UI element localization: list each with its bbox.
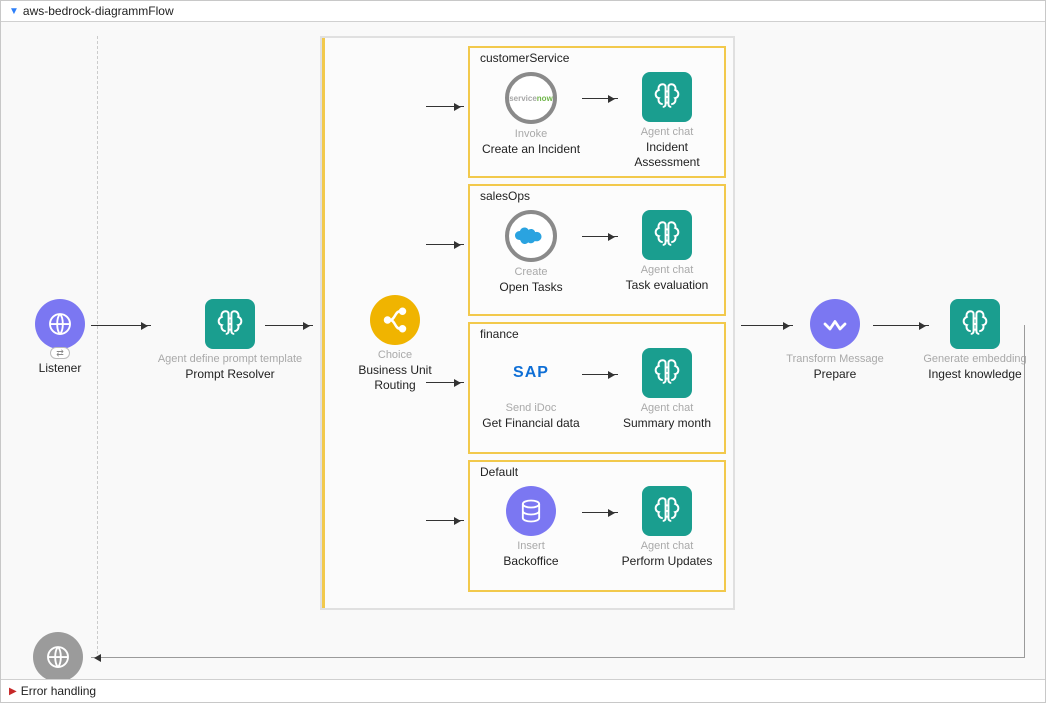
servicenow-text-post: now [537, 94, 553, 103]
choice-type: Choice [340, 349, 450, 363]
sap-text: SAP [513, 364, 549, 382]
choice-router-icon [370, 295, 420, 345]
r4-b-label: Perform Updates [612, 554, 722, 569]
generate-embedding-icon [950, 299, 1000, 349]
choice-node[interactable]: Choice Business Unit Routing [340, 295, 450, 393]
return-vline [1024, 325, 1025, 657]
r4-a-label: Backoffice [476, 554, 586, 569]
choice-scope[interactable]: Choice Business Unit Routing customerSer… [320, 36, 735, 610]
r3-b-node[interactable]: Agent chat Summary month [612, 348, 722, 431]
listener-label: Listener [15, 361, 105, 376]
agent-chat-icon [642, 210, 692, 260]
http-response-icon [33, 632, 83, 682]
flow-header[interactable]: ▼ aws-bedrock-diagrammFlow [1, 1, 1045, 22]
arrow-prompt-to-choice [265, 325, 313, 326]
choice-label: Business Unit Routing [340, 363, 450, 393]
error-toggle-icon[interactable]: ▶ [9, 686, 17, 697]
salesforce-icon [505, 210, 557, 262]
servicenow-icon: servicenow [505, 72, 557, 124]
flow-editor-panel: ▼ aws-bedrock-diagrammFlow ⇄ Listener Ag… [0, 0, 1046, 703]
route-finance[interactable]: finance SAP Send iDoc Get Financial data [468, 322, 726, 454]
route2-title: salesOps [480, 189, 530, 203]
r3-b-label: Summary month [612, 416, 722, 431]
embed-type: Generate embedding [915, 353, 1035, 367]
route-customer-service[interactable]: customerService servicenow Invoke Create… [468, 46, 726, 178]
arrow-to-route4 [426, 520, 464, 521]
error-handling-header[interactable]: ▶ Error handling [1, 679, 1045, 702]
arrow-to-route1 [426, 106, 464, 107]
r4-a-node[interactable]: Insert Backoffice [476, 486, 586, 569]
r4-b-node[interactable]: Agent chat Perform Updates [612, 486, 722, 569]
r1-a-type: Invoke [476, 128, 586, 142]
r2-a-node[interactable]: Create Open Tasks [476, 210, 586, 295]
transform-type: Transform Message [775, 353, 895, 367]
flow-canvas[interactable]: ⇄ Listener Agent define prompt template … [1, 22, 1045, 668]
r2-b-label: Task evaluation [612, 278, 722, 293]
flow-main-area: ⇄ Listener Agent define prompt template … [15, 36, 1031, 654]
arrow-to-route3 [426, 382, 464, 383]
prompt-resolver-node[interactable]: Agent define prompt template Prompt Reso… [145, 299, 315, 382]
route3-title: finance [480, 327, 519, 341]
arrow-choice-to-transform [741, 325, 793, 326]
route-default[interactable]: Default Insert Backoffice Agent chat [468, 460, 726, 592]
r3-b-type: Agent chat [612, 402, 722, 416]
http-listener-icon [35, 299, 85, 349]
choice-scope-marker [322, 38, 325, 608]
error-title: Error handling [21, 684, 96, 698]
r3-a-type: Send iDoc [476, 402, 586, 416]
r3-a-node[interactable]: SAP Send iDoc Get Financial data [476, 348, 586, 431]
r1-a-label: Create an Incident [476, 142, 586, 157]
prompt-resolver-type: Agent define prompt template [145, 353, 315, 367]
r4-b-type: Agent chat [612, 540, 722, 554]
r2-b-type: Agent chat [612, 264, 722, 278]
servicenow-text-pre: service [509, 94, 537, 103]
exchange-badge-icon: ⇄ [50, 347, 70, 359]
route4-title: Default [480, 465, 518, 479]
flow-title: aws-bedrock-diagrammFlow [23, 4, 174, 18]
r1-a-node[interactable]: servicenow Invoke Create an Incident [476, 72, 586, 157]
agent-chat-icon [642, 348, 692, 398]
collapse-toggle-icon[interactable]: ▼ [9, 6, 19, 17]
arrow-listener-to-prompt [91, 325, 151, 326]
r2-b-node[interactable]: Agent chat Task evaluation [612, 210, 722, 293]
sap-icon: SAP [506, 348, 556, 398]
r1-b-type: Agent chat [612, 126, 722, 140]
database-insert-icon [506, 486, 556, 536]
listener-node[interactable]: ⇄ Listener [15, 299, 105, 376]
route-sales-ops[interactable]: salesOps Create Open Tasks Agent chat [468, 184, 726, 316]
r2-a-type: Create [476, 266, 586, 280]
r1-b-node[interactable]: Agent chat Incident Assessment [612, 72, 722, 170]
prompt-resolver-label: Prompt Resolver [145, 367, 315, 382]
embed-label: Ingest knowledge [915, 367, 1035, 382]
arrow-to-route2 [426, 244, 464, 245]
r4-a-type: Insert [476, 540, 586, 554]
r2-a-label: Open Tasks [476, 280, 586, 295]
arrow-transform-to-embed [873, 325, 929, 326]
embed-node[interactable]: Generate embedding Ingest knowledge [915, 299, 1035, 382]
agent-chat-icon [642, 72, 692, 122]
transform-label: Prepare [775, 367, 895, 382]
r3-a-label: Get Financial data [476, 416, 586, 431]
arrow-return-path [91, 657, 1025, 658]
transform-message-icon [810, 299, 860, 349]
r1-b-label: Incident Assessment [612, 140, 722, 170]
route1-title: customerService [480, 51, 569, 65]
transform-node[interactable]: Transform Message Prepare [775, 299, 895, 382]
response-endpoint[interactable] [33, 632, 83, 686]
agent-chat-icon [642, 486, 692, 536]
agent-template-icon [205, 299, 255, 349]
